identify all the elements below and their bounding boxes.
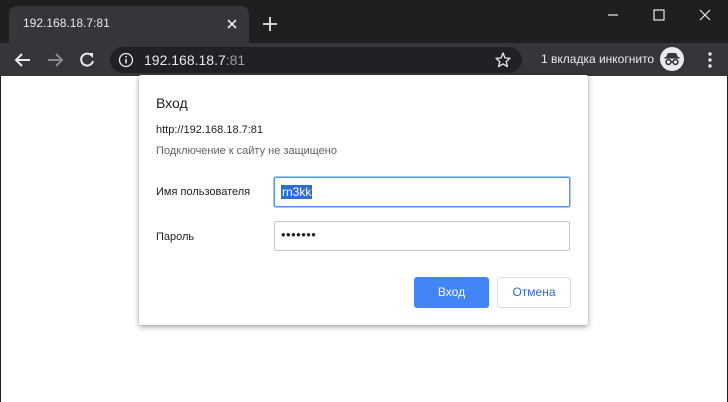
maximize-icon[interactable] bbox=[636, 0, 682, 30]
dialog-title: Вход bbox=[156, 95, 188, 111]
tab-close-icon[interactable] bbox=[223, 15, 241, 33]
minimize-icon[interactable] bbox=[590, 0, 636, 30]
reload-icon[interactable] bbox=[76, 49, 98, 71]
close-window-icon[interactable] bbox=[682, 0, 728, 30]
incognito-icon[interactable] bbox=[660, 47, 684, 71]
cancel-button[interactable]: Отмена bbox=[497, 277, 571, 308]
dialog-url: http://192.168.18.7:81 bbox=[156, 124, 264, 136]
username-value: rn3kk bbox=[281, 185, 313, 199]
username-input[interactable]: rn3kk bbox=[274, 177, 570, 207]
password-input[interactable]: ••••••• bbox=[274, 221, 570, 251]
new-tab-icon[interactable] bbox=[260, 14, 280, 34]
password-label: Пароль bbox=[156, 231, 195, 243]
browser-toolbar: 192.168.18.7:81 1 вкладка инкогнито bbox=[0, 43, 728, 76]
url-port: :81 bbox=[225, 52, 246, 68]
window-border-left bbox=[0, 76, 1, 402]
menu-dots-icon[interactable] bbox=[700, 50, 720, 70]
tab-title: 192.168.18.7:81 bbox=[23, 16, 110, 30]
bookmark-star-icon[interactable] bbox=[494, 51, 512, 69]
sign-in-button[interactable]: Вход bbox=[414, 277, 489, 308]
info-icon[interactable] bbox=[118, 52, 134, 68]
url-text: 192.168.18.7:81 bbox=[144, 52, 245, 68]
auth-dialog: Вход http://192.168.18.7:81 Подключение … bbox=[139, 75, 588, 325]
url-host: 192.168.18.7 bbox=[144, 52, 226, 68]
back-arrow-icon[interactable] bbox=[12, 49, 34, 71]
password-value: ••••••• bbox=[281, 227, 317, 242]
browser-tab[interactable]: 192.168.18.7:81 bbox=[9, 6, 249, 43]
address-bar[interactable]: 192.168.18.7:81 bbox=[110, 47, 522, 73]
title-bar: 192.168.18.7:81 bbox=[0, 0, 728, 43]
connection-warning: Подключение к сайту не защищено bbox=[156, 145, 337, 157]
forward-arrow-icon[interactable] bbox=[44, 49, 66, 71]
incognito-label: 1 вкладка инкогнито bbox=[541, 52, 655, 66]
username-label: Имя пользователя bbox=[156, 186, 251, 198]
